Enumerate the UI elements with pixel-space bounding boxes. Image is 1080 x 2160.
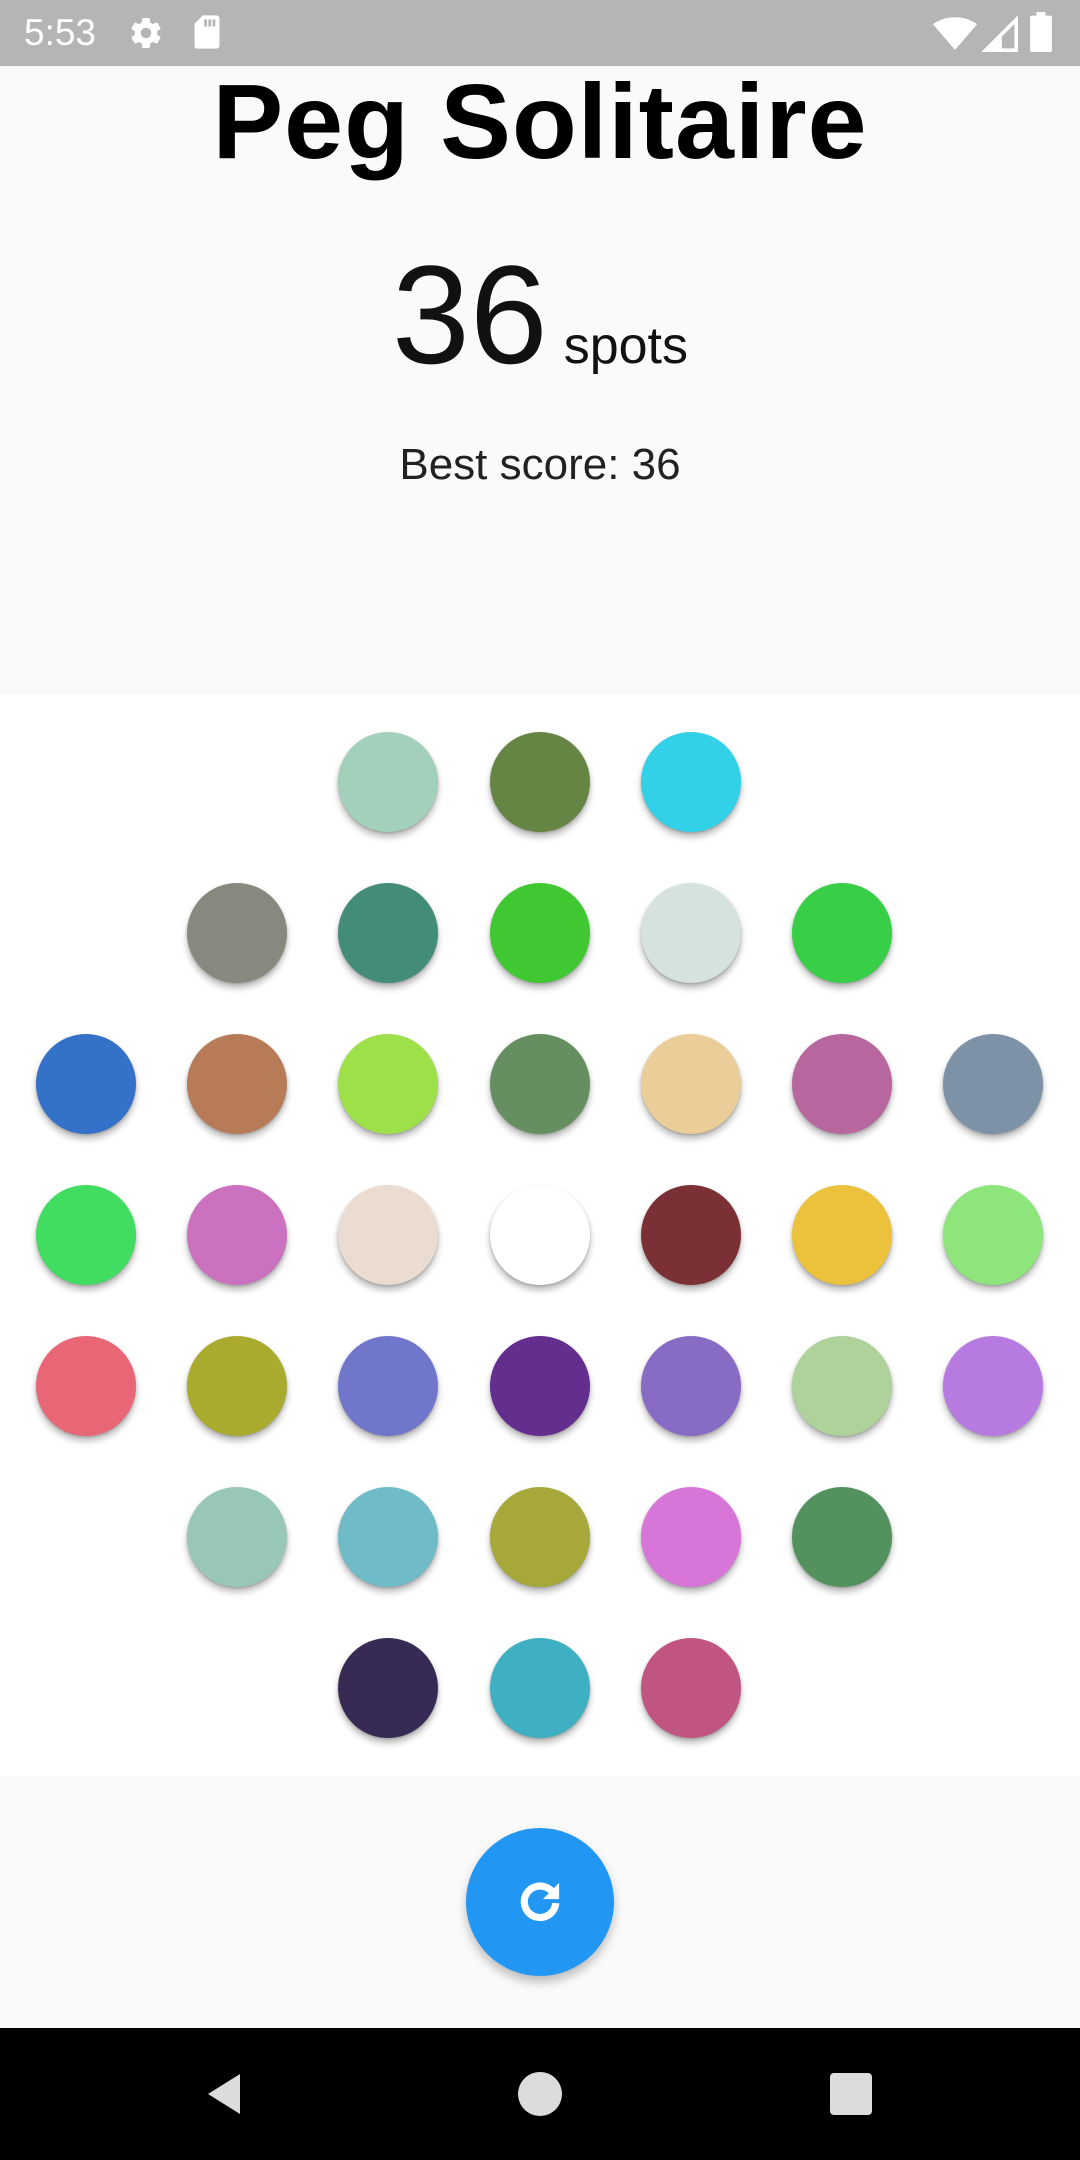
peg[interactable] — [943, 1034, 1043, 1134]
wifi-icon — [932, 17, 978, 50]
peg[interactable] — [36, 1185, 136, 1285]
peg[interactable] — [338, 1487, 438, 1587]
sd-card-icon — [194, 15, 220, 49]
peg[interactable] — [490, 883, 590, 983]
game-title: Peg Solitaire — [212, 63, 868, 181]
peg[interactable] — [641, 1185, 741, 1285]
peg[interactable] — [187, 1185, 287, 1285]
peg[interactable] — [187, 1336, 287, 1436]
peg[interactable] — [490, 732, 590, 832]
peg[interactable] — [792, 1185, 892, 1285]
peg[interactable] — [187, 883, 287, 983]
peg[interactable] — [943, 1336, 1043, 1436]
peg[interactable] — [338, 1638, 438, 1738]
peg[interactable] — [187, 1487, 287, 1587]
peg[interactable] — [490, 1638, 590, 1738]
peg[interactable] — [641, 1638, 741, 1738]
peg[interactable] — [338, 1034, 438, 1134]
peg[interactable] — [490, 1034, 590, 1134]
peg[interactable] — [36, 1034, 136, 1134]
peg[interactable] — [187, 1034, 287, 1134]
peg[interactable] — [338, 1185, 438, 1285]
peg[interactable] — [490, 1336, 590, 1436]
peg[interactable] — [490, 1487, 590, 1587]
peg[interactable] — [792, 1034, 892, 1134]
peg[interactable] — [641, 883, 741, 983]
status-bar: 5:53 — [0, 0, 1080, 66]
peg[interactable] — [338, 732, 438, 832]
peg-board — [0, 694, 1080, 1776]
best-score: Best score: 36 — [399, 440, 681, 489]
peg[interactable] — [792, 1336, 892, 1436]
score-display: 36 spots — [0, 240, 1080, 390]
reset-button[interactable] — [466, 1828, 614, 1976]
refresh-icon — [520, 1882, 560, 1922]
peg[interactable] — [338, 883, 438, 983]
peg[interactable] — [943, 1185, 1043, 1285]
recent-apps-icon[interactable] — [830, 2073, 872, 2115]
score-value: 36 — [391, 236, 548, 393]
score-unit: spots — [563, 317, 689, 375]
back-icon[interactable] — [200, 2070, 248, 2118]
gear-icon — [131, 18, 161, 49]
navigation-bar — [0, 2028, 1080, 2160]
peg[interactable] — [490, 1185, 590, 1285]
peg[interactable] — [641, 732, 741, 832]
peg[interactable] — [641, 1336, 741, 1436]
peg[interactable] — [641, 1487, 741, 1587]
home-icon[interactable] — [518, 2072, 562, 2116]
peg[interactable] — [641, 1034, 741, 1134]
peg[interactable] — [36, 1336, 136, 1436]
status-time: 5:53 — [24, 12, 97, 53]
signal-icon — [982, 16, 1018, 52]
peg[interactable] — [792, 883, 892, 983]
peg[interactable] — [792, 1487, 892, 1587]
peg[interactable] — [338, 1336, 438, 1436]
battery-icon — [1030, 12, 1052, 52]
